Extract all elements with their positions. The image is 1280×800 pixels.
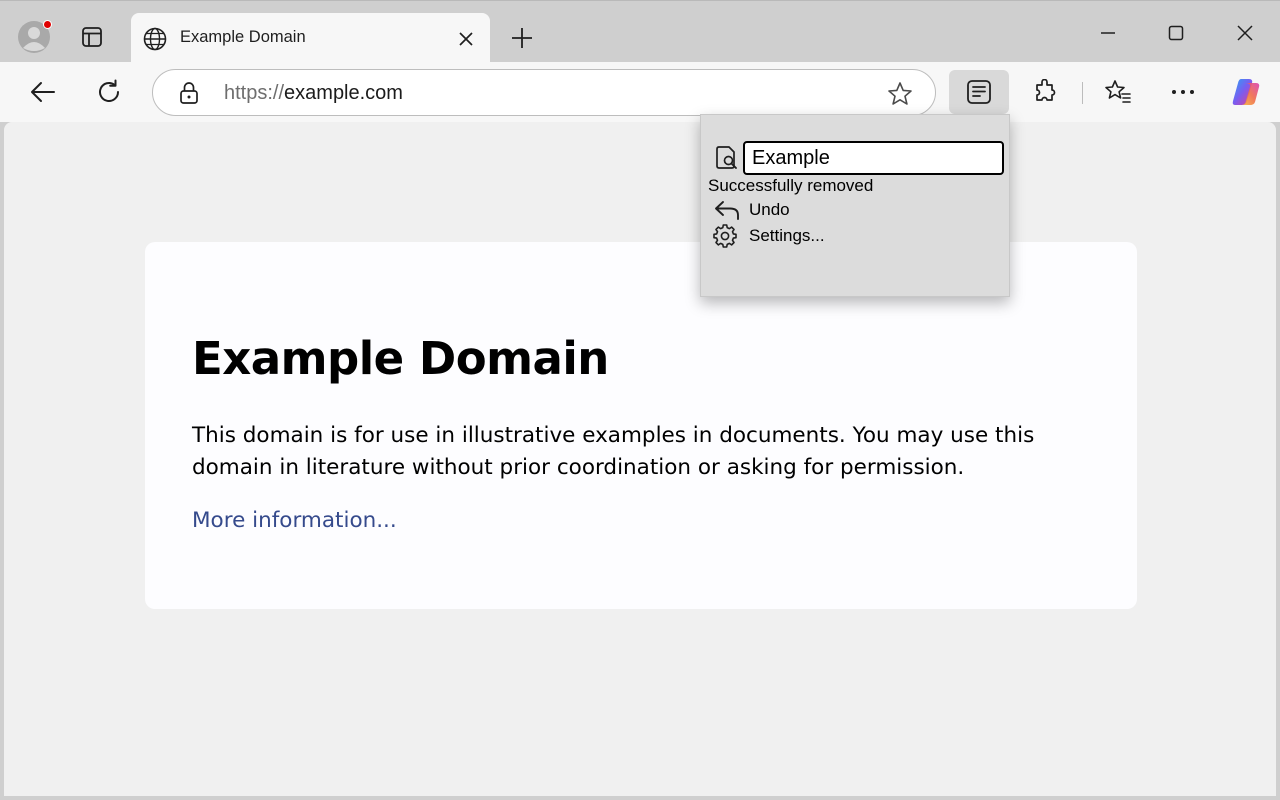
page-heading: Example Domain	[192, 332, 609, 385]
more-button[interactable]	[1163, 72, 1203, 112]
undo-label: Undo	[749, 200, 790, 219]
maximize-button[interactable]	[1153, 15, 1199, 51]
status-message: Successfully removed	[708, 176, 874, 195]
refresh-button[interactable]	[89, 72, 129, 112]
tab-example-domain[interactable]: Example Domain	[131, 13, 490, 64]
close-window-button[interactable]	[1222, 15, 1268, 51]
tab-actions-icon	[82, 27, 102, 47]
minimize-button[interactable]	[1085, 15, 1131, 51]
extensions-button[interactable]	[1025, 72, 1065, 112]
star-icon	[888, 82, 912, 105]
page-paragraph: This domain is for use in illustrative e…	[192, 423, 1035, 480]
extensions-icon	[1036, 79, 1056, 101]
extension-popup: Successfully removed Undo Settings...	[700, 114, 1010, 297]
new-tab-button[interactable]	[506, 22, 538, 54]
notification-dot	[43, 20, 52, 29]
address-url: https://example.com	[224, 82, 403, 105]
content-card: Example Domain This domain is for use in…	[145, 242, 1137, 609]
undo-icon	[715, 201, 739, 220]
more-information-link[interactable]: More information...	[192, 508, 397, 533]
find-page-icon	[716, 146, 737, 169]
copilot-button[interactable]	[1226, 72, 1266, 112]
close-icon	[1237, 25, 1253, 41]
address-host: example.com	[284, 82, 403, 104]
copilot-icon	[1232, 79, 1260, 105]
reader-icon	[967, 80, 991, 104]
title-bar: Example Domain	[0, 0, 1280, 64]
favorite-button[interactable]	[886, 80, 914, 108]
address-scheme: https://	[224, 82, 285, 104]
globe-icon	[143, 27, 167, 51]
reader-extension-button[interactable]	[949, 70, 1009, 114]
lock-icon	[180, 82, 198, 104]
favorites-icon	[1105, 80, 1131, 103]
settings-button[interactable]: Settings...	[713, 224, 825, 248]
refresh-icon	[99, 79, 119, 102]
plus-icon	[512, 28, 532, 48]
tab-title: Example Domain	[180, 28, 306, 46]
site-info-button[interactable]	[177, 81, 201, 105]
more-icon	[1172, 90, 1194, 94]
back-button[interactable]	[23, 72, 63, 112]
minimize-icon	[1101, 32, 1115, 34]
settings-label: Settings...	[749, 226, 825, 245]
page-viewport: Example Domain This domain is for use in…	[4, 122, 1276, 796]
close-icon	[459, 32, 473, 46]
tab-close-button[interactable]	[455, 28, 477, 50]
toolbar-separator	[1082, 82, 1083, 104]
search-input[interactable]	[743, 141, 1004, 175]
navigation-toolbar: https://example.com	[0, 62, 1280, 122]
favorites-button[interactable]	[1098, 72, 1138, 112]
profile-button[interactable]	[14, 17, 54, 57]
tab-actions-button[interactable]	[74, 19, 110, 55]
maximize-icon	[1168, 25, 1184, 41]
back-icon	[31, 82, 55, 102]
address-bar[interactable]: https://example.com	[152, 69, 936, 116]
undo-button[interactable]: Undo	[713, 198, 790, 222]
gear-icon	[713, 224, 737, 248]
